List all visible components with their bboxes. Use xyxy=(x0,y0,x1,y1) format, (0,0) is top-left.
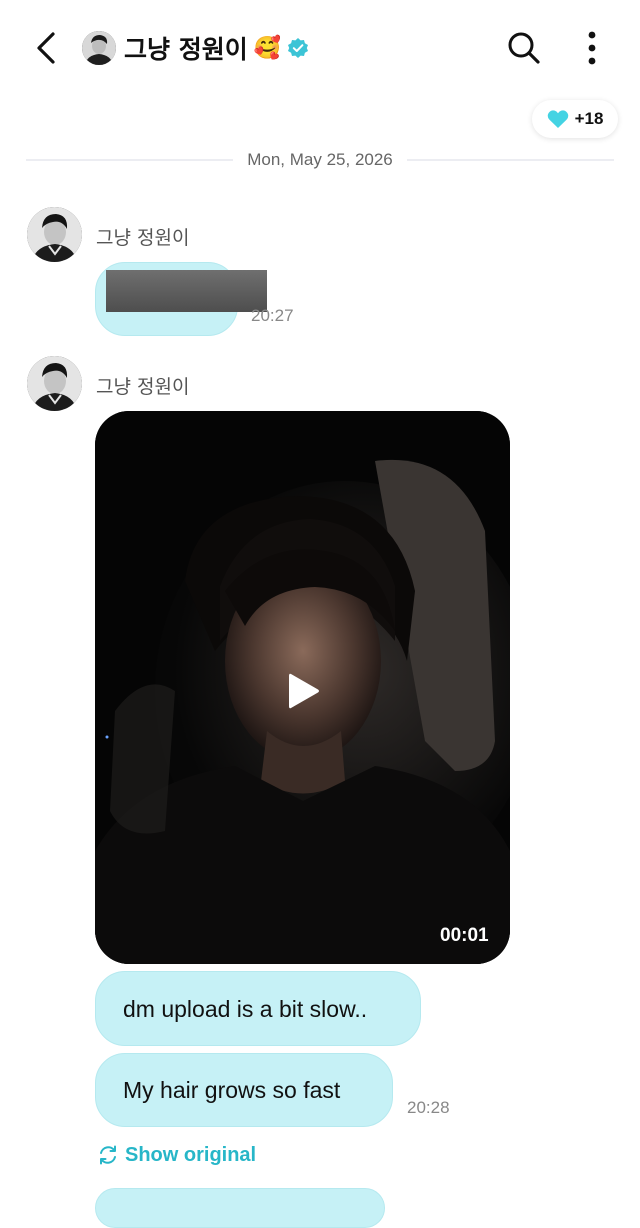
divider-line-right xyxy=(406,159,614,161)
redaction-block xyxy=(106,270,267,312)
message-text: My hair grows so fast xyxy=(123,1077,341,1103)
search-icon xyxy=(508,32,540,64)
reaction-count-pill[interactable]: +18 xyxy=(532,100,618,138)
header-avatar[interactable] xyxy=(82,31,116,65)
date-label: Mon, May 25, 2026 xyxy=(247,150,393,169)
reaction-count: +18 xyxy=(574,109,604,128)
show-original-label: Show original xyxy=(125,1143,257,1166)
more-options-button[interactable] xyxy=(574,26,610,70)
sender-avatar[interactable] xyxy=(27,207,82,262)
chat-header: 그냥 정원이 🥰 xyxy=(0,0,640,96)
message-time: 20:28 xyxy=(407,1098,450,1117)
more-vertical-icon xyxy=(588,31,596,65)
sender-name: 그냥 정원이 xyxy=(96,376,190,398)
translate-refresh-icon xyxy=(100,1145,116,1165)
date-divider: Mon, May 25, 2026 xyxy=(26,146,614,174)
message-text: dm upload is a bit slow.. xyxy=(123,996,368,1022)
chat-title-text: 그냥 정원이 xyxy=(124,35,248,64)
chevron-left-icon xyxy=(37,32,55,64)
back-button[interactable] xyxy=(28,28,64,68)
show-original-link[interactable]: Show original xyxy=(97,1142,256,1168)
verified-badge-icon xyxy=(288,38,309,58)
message-bubble-partial[interactable] xyxy=(95,1188,385,1228)
sender-avatar[interactable] xyxy=(27,356,82,411)
play-icon xyxy=(289,673,319,709)
heart-icon xyxy=(547,110,568,128)
divider-line-left xyxy=(26,159,234,161)
sender-name: 그냥 정원이 xyxy=(96,227,190,249)
search-button[interactable] xyxy=(502,26,546,70)
video-duration: 00:01 xyxy=(440,925,489,946)
play-button[interactable] xyxy=(280,668,326,714)
smiling-hearts-emoji: 🥰 xyxy=(253,35,282,61)
chat-title: 그냥 정원이 🥰 xyxy=(124,30,309,66)
message-time: 20:27 xyxy=(251,306,294,325)
